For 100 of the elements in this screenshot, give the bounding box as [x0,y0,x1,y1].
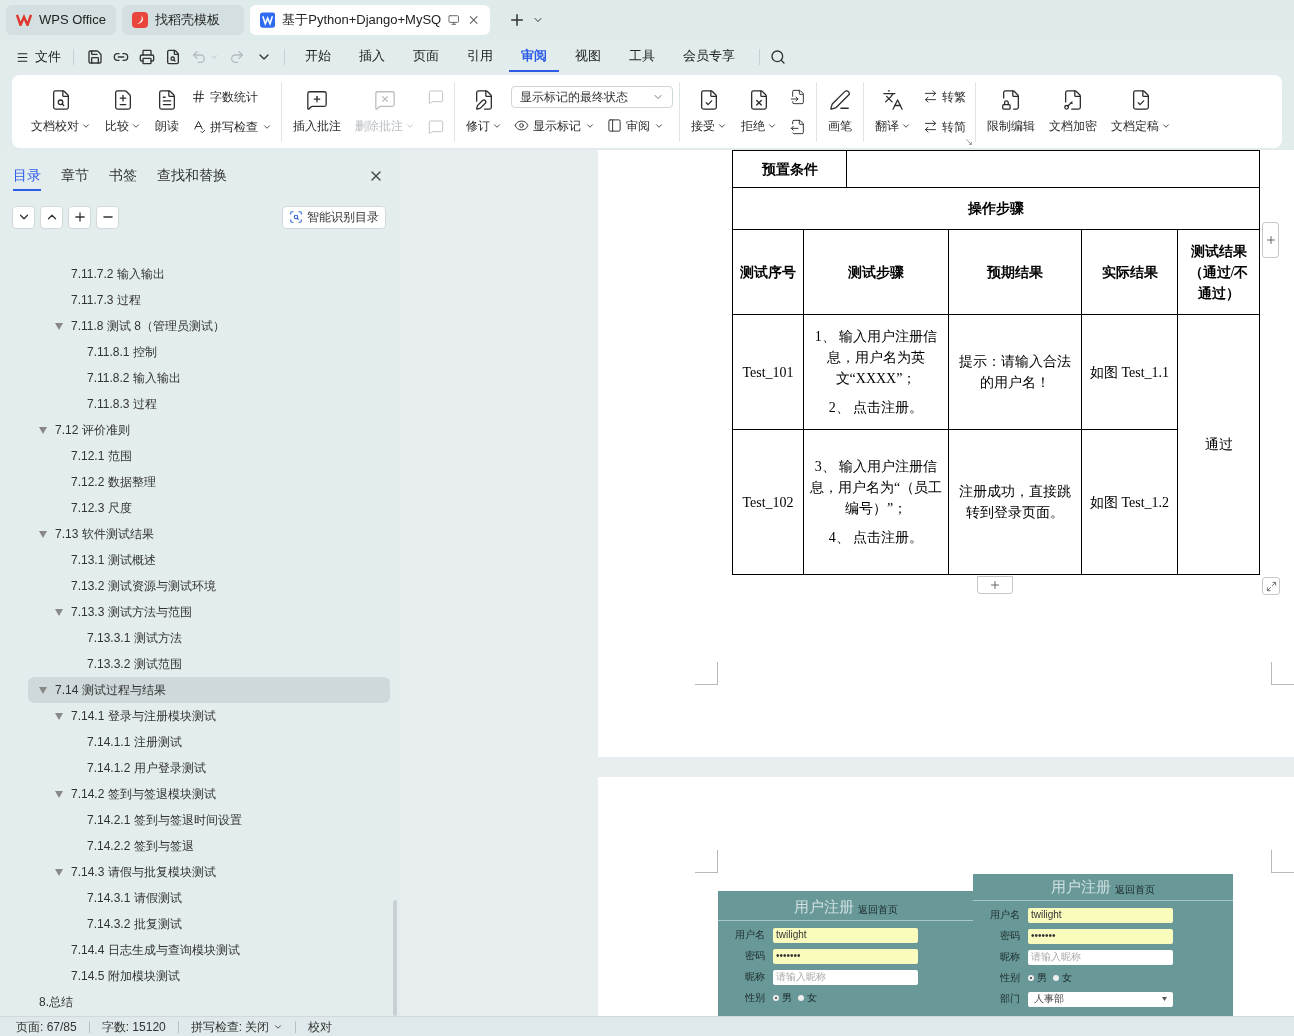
ribbon-tab[interactable]: 会员专享 [671,42,747,72]
sidebar-tab[interactable]: 查找和替换 [157,161,227,191]
ribbon-button[interactable]: 插入批注 [288,81,346,142]
toc-item[interactable]: 7.14.3 请假与批复模块测试 [28,859,390,885]
expand-arrow-icon[interactable] [39,530,47,538]
toc-item[interactable]: 7.12.1 范围 [28,443,390,469]
proofread-button[interactable]: 校对 [308,1017,333,1036]
toc-item[interactable]: 7.14.3.1 请假测试 [28,885,390,911]
ribbon-button[interactable]: 接受 [686,81,732,142]
new-tab-icon[interactable] [508,11,526,29]
ribbon-button[interactable]: 修订 [461,81,507,142]
ribbon-button[interactable]: 转简 [920,114,969,139]
input-field[interactable]: twilight [773,927,918,943]
ribbon-button[interactable]: 拒绝 [736,81,782,142]
plus-icon [1264,234,1277,246]
toc-item[interactable]: 7.14.5 附加模块测试 [28,963,390,989]
expand-arrow-icon[interactable] [55,608,63,616]
ribbon-button[interactable]: 翻译 [870,81,916,142]
expand-arrow-icon[interactable] [55,868,63,876]
resize-handle[interactable] [1262,577,1280,595]
toc-item[interactable]: 7.14.3.2 批复测试 [28,911,390,937]
expand-arrow-icon[interactable] [39,426,47,434]
toc-item[interactable]: 7.13.1 测试概述 [28,547,390,573]
smart-toc-button[interactable]: 智能识别目录 [282,205,386,229]
toc-item[interactable]: 7.12.3 尺度 [28,495,390,521]
ribbon-tab[interactable]: 页面 [401,42,451,72]
toc-item[interactable]: 7.14.2.1 签到与签退时间设置 [28,807,390,833]
ribbon-tab[interactable]: 审阅 [509,42,559,72]
radio-option[interactable]: 男 [773,993,792,1003]
spell-check-toggle[interactable]: 拼写检查: 关闭 [190,1017,284,1036]
ribbon-button[interactable]: 画笔 [823,81,857,142]
ribbon-button[interactable]: 拼写检查 [188,114,275,139]
toc-item[interactable]: 7.11.8.1 控制 [28,339,390,365]
ribbon-tab[interactable]: 视图 [563,42,613,72]
add-row-button[interactable] [977,576,1013,594]
ribbon-button[interactable]: 字数统计 [188,84,275,109]
sidebar-tab[interactable]: 章节 [61,161,89,191]
plus-icon [72,210,87,224]
input-field[interactable]: twilight [1028,907,1173,923]
add-column-button[interactable] [1262,222,1279,258]
sidebar-tab[interactable]: 目录 [13,161,41,191]
logo-icon [16,14,32,26]
toc-item[interactable]: 7.11.8.2 输入输出 [28,365,390,391]
home-link[interactable]: 返回首页 [1115,885,1155,895]
expand-arrow-icon[interactable] [55,712,63,720]
expand-arrow-icon[interactable] [39,686,47,694]
ribbon-button[interactable]: 文档加密 [1044,81,1102,142]
ribbon-tab[interactable]: 插入 [347,42,397,72]
ribbon-tab[interactable]: 开始 [293,42,343,72]
radio-option[interactable]: 男 [1028,973,1047,983]
ribbon-button[interactable]: 审阅 [604,113,667,138]
input-field[interactable]: ••••••• [1028,928,1173,944]
word-count[interactable]: 字数: 15120 [101,1017,166,1036]
toc-item[interactable]: 7.14.4 日志生成与查询模块测试 [28,937,390,963]
ribbon-button[interactable]: 转繁 [920,84,969,109]
outline-button[interactable] [12,205,35,229]
toc-item[interactable]: 7.11.7.3 过程 [28,287,390,313]
toc-item[interactable]: 7.12.2 数据整理 [28,469,390,495]
ribbon-button[interactable]: 显示标记 [511,113,598,138]
ribbon-button[interactable]: 限制编辑 [982,81,1040,142]
outline-button[interactable] [68,205,91,229]
outline-button[interactable] [96,205,119,229]
radio-option[interactable]: 女 [798,993,817,1003]
toc-item[interactable]: 7.13.2 测试资源与测试环境 [28,573,390,599]
ribbon-tab[interactable]: 引用 [455,42,505,72]
ribbon-button[interactable]: 朗读 [150,81,184,142]
toc-item[interactable]: 7.14 测试过程与结果 [28,677,390,703]
toc-item[interactable]: 7.14.2 签到与签退模块测试 [28,781,390,807]
input-field[interactable]: ••••••• [773,948,918,964]
outline-button[interactable] [40,205,63,229]
toc-item[interactable]: 8.总结 [28,989,390,1015]
window-tab[interactable]: 找稻壳模板 [122,5,244,35]
select-field[interactable]: 人事部 [1028,991,1173,1007]
toc-item[interactable]: 7.14.2.2 签到与签退 [28,833,390,859]
window-tab[interactable]: 基于Python+Django+MySQ [250,5,490,35]
window-tab[interactable]: WPS Office [6,5,116,35]
toc-item[interactable]: 7.14.1 登录与注册模块测试 [28,703,390,729]
launcher-arrow-icon[interactable] [965,137,973,146]
toc-item[interactable]: 7.13.3 测试方法与范围 [28,599,390,625]
toc-item[interactable]: 7.12 评价准则 [28,417,390,443]
toc-item[interactable]: 7.14.1.2 用户登录测试 [28,755,390,781]
toc-item[interactable]: 7.11.8.3 过程 [28,391,390,417]
file-menu[interactable]: 文件 [16,47,73,67]
ribbon-tab[interactable]: 工具 [617,42,667,72]
radio-option[interactable]: 女 [1053,973,1072,983]
toc-item[interactable]: 7.13 软件测试结果 [28,521,390,547]
toc-item[interactable]: 7.11.8 测试 8（管理员测试） [28,313,390,339]
toc-item[interactable]: 7.13.3.1 测试方法 [28,625,390,651]
ribbon-button[interactable]: 比较 [100,81,146,142]
home-link[interactable]: 返回首页 [857,905,898,915]
toc-item[interactable]: 7.11.7.2 输入输出 [28,261,390,287]
search-icon[interactable] [770,49,786,65]
ribbon-button[interactable]: 文档校对 [26,81,96,142]
ribbon-button[interactable]: 文档定稿 [1106,81,1176,142]
toc-item[interactable]: 7.14.1.1 注册测试 [28,729,390,755]
expand-arrow-icon[interactable] [55,790,63,798]
expand-arrow-icon[interactable] [55,322,63,330]
markup-dropdown[interactable]: 显示标记的最终状态 [511,85,673,108]
sidebar-tab[interactable]: 书签 [109,161,137,191]
toc-item[interactable]: 7.13.3.2 测试范围 [28,651,390,677]
